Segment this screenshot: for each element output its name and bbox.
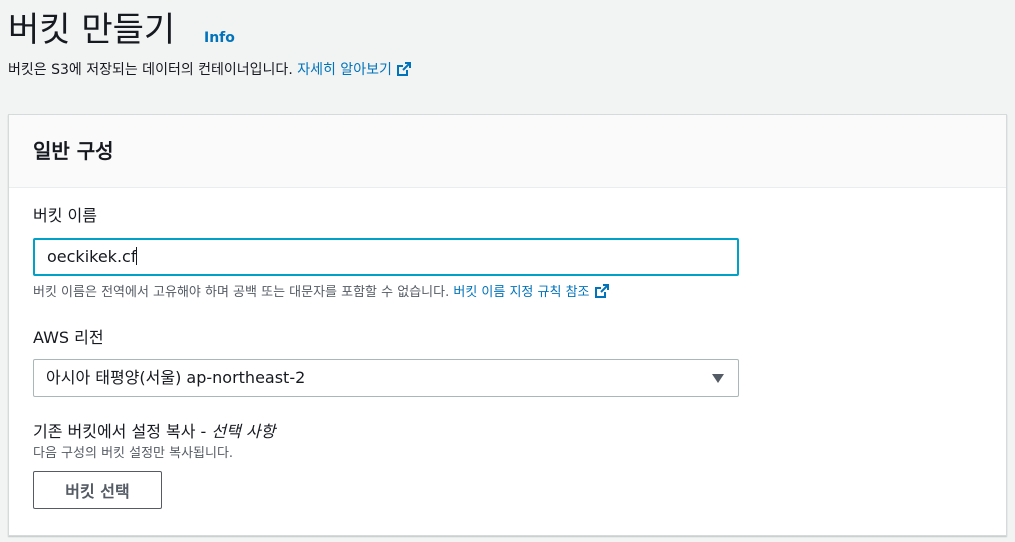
bucket-name-value: oeckikek.cf xyxy=(47,247,137,266)
naming-rules-label: 버킷 이름 지정 규칙 참조 xyxy=(453,285,590,300)
region-selected-value: 아시아 태평양(서울) ap-northeast-2 xyxy=(46,368,306,387)
learn-more-label: 자세히 알아보기 xyxy=(297,62,392,78)
region-label: AWS 리전 xyxy=(33,328,104,347)
optional-marker: 선택 사항 xyxy=(211,422,276,441)
bucket-name-input[interactable]: oeckikek.cf xyxy=(33,238,739,276)
learn-more-link[interactable]: 자세히 알아보기 xyxy=(297,62,412,78)
bucket-name-label: 버킷 이름 xyxy=(33,206,97,225)
panel-title: 일반 구성 xyxy=(33,139,114,163)
dropdown-caret-icon xyxy=(712,374,724,383)
description-text: 버킷은 S3에 저장되는 데이터의 컨테이너입니다. xyxy=(8,62,298,78)
copy-settings-hint: 다음 구성의 버킷 설정만 복사됩니다. xyxy=(33,446,234,461)
page-description: 버킷은 S3에 저장되는 데이터의 컨테이너입니다. 자세히 알아보기 xyxy=(8,60,412,83)
choose-bucket-button[interactable]: 버킷 선택 xyxy=(33,471,162,509)
panel-header xyxy=(9,115,1006,188)
naming-rules-link[interactable]: 버킷 이름 지정 규칙 참조 xyxy=(453,284,609,300)
copy-settings-label: 기존 버킷에서 설정 복사 - 선택 사항 xyxy=(33,421,275,443)
bucket-name-hint: 버킷 이름은 전역에서 고유해야 하며 공백 또는 대문자를 포함할 수 없습니… xyxy=(33,283,610,305)
text-cursor xyxy=(136,247,138,265)
general-configuration-panel: 일반 구성 버킷 이름 oeckikek.cf 버킷 이름은 전역에서 고유해야… xyxy=(8,114,1007,536)
external-link-icon xyxy=(396,61,412,83)
copy-settings-label-text: 기존 버킷에서 설정 복사 - xyxy=(33,422,212,441)
info-link[interactable]: Info xyxy=(204,30,235,46)
page-title: 버킷 만들기 xyxy=(8,10,176,50)
bucket-name-hint-text: 버킷 이름은 전역에서 고유해야 하며 공백 또는 대문자를 포함할 수 없습니… xyxy=(33,285,454,300)
region-select[interactable]: 아시아 태평양(서울) ap-northeast-2 xyxy=(33,359,739,397)
external-link-icon xyxy=(594,283,610,305)
